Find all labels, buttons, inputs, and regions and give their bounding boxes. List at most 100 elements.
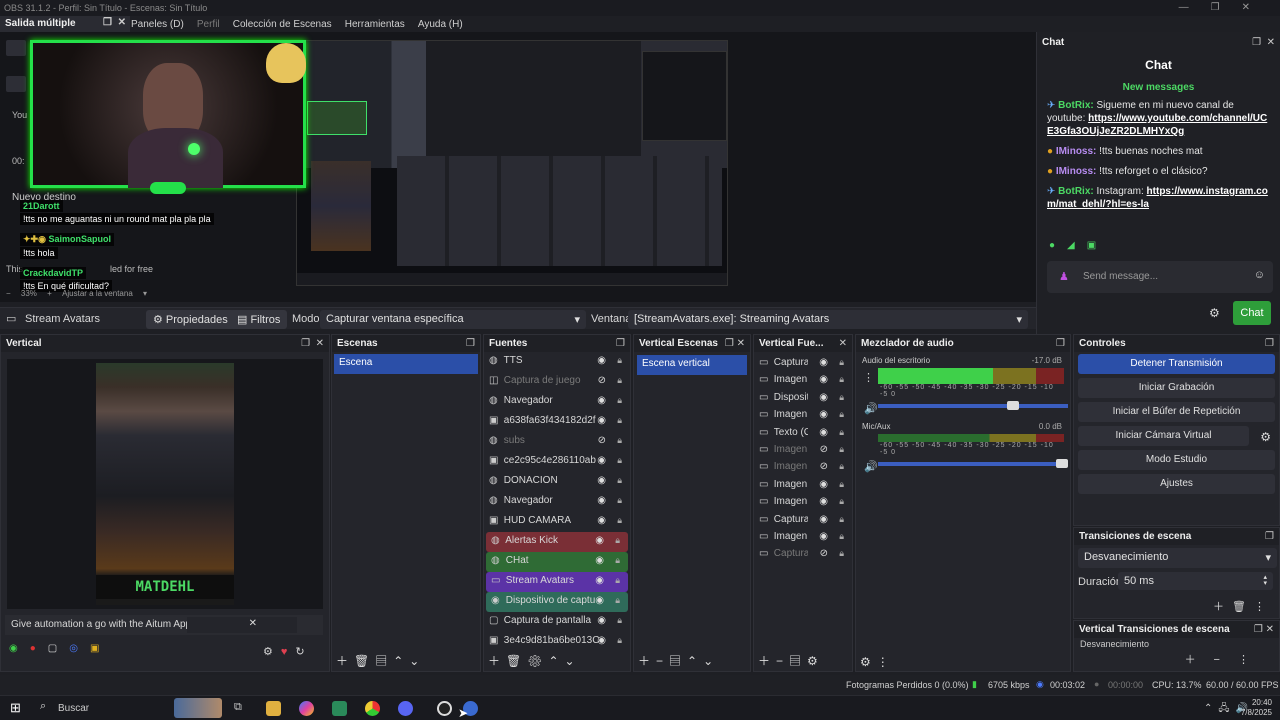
eye-icon[interactable]: ◉ (819, 514, 828, 525)
window-select[interactable]: [StreamAvatars.exe]: Streaming Avatars ▾ (628, 310, 1028, 329)
vertical-source-item[interactable]: ▭ Imagen I ◉ 🔒︎ (754, 529, 852, 546)
taskbar-search[interactable]: Buscar (58, 703, 89, 714)
dock-controls[interactable]: ❐ ✕ (301, 338, 324, 349)
lock-icon[interactable]: 🔒︎ (617, 455, 622, 466)
windows-start-icon[interactable]: ⊞ (10, 700, 21, 716)
record-icon[interactable]: ● (30, 643, 48, 654)
lock-icon[interactable]: 🔒︎ (617, 375, 622, 386)
vertical-source-item[interactable]: ▭ Captura ⊘ 🔒︎ (754, 546, 852, 563)
vertical-source-item[interactable]: ▭ Imagen ◉ 🔒︎ (754, 494, 852, 511)
source-item[interactable]: ▭ Stream Avatars ◉ 🔒︎ (486, 572, 628, 592)
eye-icon[interactable]: ◉ (595, 555, 604, 566)
replay-buffer-button[interactable]: Iniciar el Búfer de Repetición (1078, 402, 1275, 422)
menu-tools[interactable]: Herramientas (345, 19, 405, 30)
menu-profile[interactable]: Perfil (197, 19, 220, 30)
studio-mode-button[interactable]: Modo Estudio (1078, 450, 1275, 470)
close-icon[interactable]: ✕ (249, 618, 257, 629)
copilot-icon[interactable] (299, 701, 314, 716)
source-item[interactable]: ▣ a638fa63f434182d2f ◉ 🔒︎ (484, 412, 630, 432)
chat-input[interactable]: ♟ Send message... ☺ (1047, 261, 1273, 293)
source-item[interactable]: ◫ Captura de juego ⊘ 🔒︎ (484, 372, 630, 392)
lock-icon[interactable]: 🔒︎ (839, 461, 844, 472)
eye-icon[interactable]: ◉ (597, 515, 606, 526)
filters-button[interactable]: ▤ Filtros (230, 310, 288, 329)
source-item[interactable]: ◍ TTS ◉ 🔒︎ (484, 352, 630, 372)
vertical-transition-value[interactable]: Desvanecimiento (1080, 639, 1273, 649)
task-view-icon[interactable]: ⧉ (234, 701, 242, 714)
dock-controls[interactable]: ❐ (466, 338, 475, 349)
menu-docks[interactable]: Paneles (D) (131, 19, 184, 30)
chrome-icon[interactable] (365, 701, 380, 716)
duration-input[interactable]: 50 ms ▴ ▾ (1118, 572, 1273, 590)
zoom-out-button[interactable]: − (6, 289, 11, 298)
lock-icon[interactable]: 🔒︎ (617, 495, 622, 506)
stream-icon[interactable]: ◉ (9, 643, 30, 654)
vertical-source-item[interactable]: ▭ Imagen 2 ◉ 🔒︎ (754, 372, 852, 389)
lock-icon[interactable]: 🔒︎ (617, 515, 622, 526)
source-item[interactable]: ◉ Dispositivo de captu ◉ 🔒︎ (486, 592, 628, 612)
lock-icon[interactable]: 🔒︎ (839, 444, 844, 455)
menu-help[interactable]: Ayuda (H) (418, 19, 463, 30)
eye-icon[interactable]: ◉ (597, 415, 606, 426)
mode-select[interactable]: Capturar ventana específica ▾ (320, 310, 586, 329)
obs-icon[interactable] (437, 701, 452, 716)
eye-off-icon[interactable]: ⊘ (598, 375, 606, 386)
eye-icon[interactable]: ◉ (819, 357, 828, 368)
source-item[interactable]: ◍ Navegador ◉ 🔒︎ (484, 392, 630, 412)
dock-controls[interactable]: ❐ (1265, 531, 1274, 542)
lock-icon[interactable]: 🔒︎ (839, 357, 844, 368)
output-toggle[interactable] (6, 40, 26, 56)
scene-item[interactable]: Escena (334, 354, 478, 374)
source-item[interactable]: ◍ Alertas Kick ◉ 🔒︎ (486, 532, 628, 552)
refresh-icon[interactable]: ↻ (295, 646, 312, 658)
eye-off-icon[interactable]: ⊘ (820, 444, 828, 455)
lock-icon[interactable]: 🔒︎ (839, 531, 844, 542)
eye-icon[interactable]: ◉ (597, 455, 606, 466)
lock-icon[interactable]: 🔒︎ (615, 595, 620, 606)
lock-icon[interactable]: 🔒︎ (839, 479, 844, 490)
stop-streaming-button[interactable]: Detener Transmisión (1078, 354, 1275, 374)
lock-icon[interactable]: 🔒︎ (615, 575, 620, 586)
lock-icon[interactable]: 🔒︎ (839, 392, 844, 403)
clock-time[interactable]: 20:40 (1242, 698, 1272, 707)
gear-icon[interactable]: ⚙ (1260, 430, 1271, 444)
source-item[interactable]: ◍ CHat ◉ 🔒︎ (486, 552, 628, 572)
backtrack-icon[interactable]: ▣ (90, 643, 111, 654)
eye-icon[interactable]: ◉ (597, 355, 606, 366)
eye-icon[interactable]: ◉ (819, 409, 828, 420)
properties-button[interactable]: ⚙ Propiedades (146, 310, 235, 329)
eye-icon[interactable]: ◉ (597, 495, 606, 506)
lock-icon[interactable]: 🔒︎ (839, 496, 844, 507)
vertical-scene-item[interactable]: Escena vertical (637, 355, 747, 375)
close-icon[interactable]: ✕ (839, 338, 847, 349)
speaker-icon[interactable]: 🔊 (864, 460, 878, 473)
lock-icon[interactable]: 🔒︎ (617, 635, 622, 646)
lock-icon[interactable]: 🔒︎ (617, 355, 622, 366)
replay-icon[interactable]: ◎ (69, 643, 90, 654)
lock-icon[interactable]: 🔒︎ (839, 409, 844, 420)
lock-icon[interactable]: 🔒︎ (617, 615, 622, 626)
transition-select[interactable]: Desvanecimiento ▾ (1078, 548, 1277, 568)
eye-icon[interactable]: ◉ (819, 392, 828, 403)
chat-send-button[interactable]: Chat (1233, 301, 1271, 325)
eye-icon[interactable]: ◉ (597, 395, 606, 406)
zoom-in-button[interactable]: + (47, 289, 52, 298)
volume-slider[interactable] (878, 401, 1068, 410)
lock-icon[interactable]: 🔒︎ (615, 535, 620, 546)
eye-icon[interactable]: ◉ (595, 595, 604, 606)
lock-icon[interactable]: 🔒︎ (839, 374, 844, 385)
eye-icon[interactable]: ◉ (597, 635, 606, 646)
chat-settings-gear-icon[interactable]: ⚙ (1209, 306, 1220, 320)
lock-icon[interactable]: 🔒︎ (617, 415, 622, 426)
eye-icon[interactable]: ◉ (819, 427, 828, 438)
scenes-toolbar[interactable]: ＋🗑▤⌃⌄ (336, 652, 425, 669)
dock-controls[interactable]: ❐ (1265, 338, 1274, 349)
vertical-source-item[interactable]: ▭ Dispositi ◉ 🔒︎ (754, 390, 852, 407)
fit-to-window[interactable]: Ajustar a la ventana (62, 289, 133, 298)
clock-date[interactable]: 7/8/2025 (1232, 708, 1272, 717)
vertical-source-item[interactable]: ▭ Imagen 3 ◉ 🔒︎ (754, 407, 852, 424)
eye-off-icon[interactable]: ⊘ (820, 548, 828, 559)
vertical-source-item[interactable]: ▭ Captura ◉ 🔒︎ (754, 512, 852, 529)
calculator-icon[interactable] (332, 701, 347, 716)
vertical-source-item[interactable]: ▭ Imagen 5 ⊘ 🔒︎ (754, 442, 852, 459)
